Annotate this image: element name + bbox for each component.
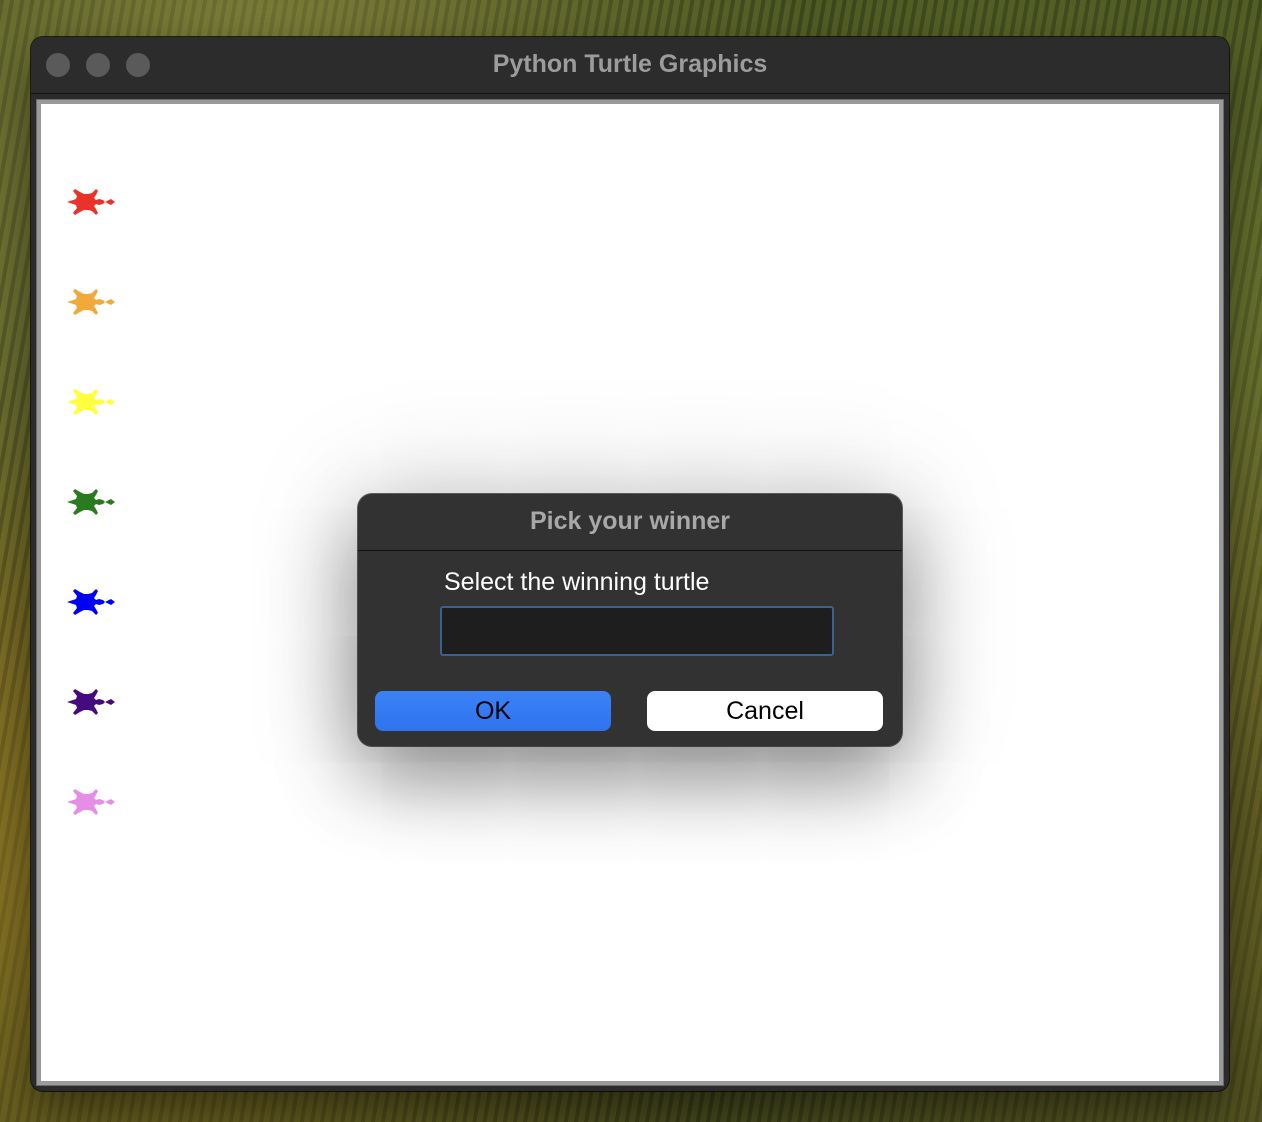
turtle-head <box>105 299 115 305</box>
winner-input[interactable] <box>440 606 834 656</box>
turtle-purple <box>63 682 115 722</box>
cancel-button[interactable]: Cancel <box>647 691 883 731</box>
turtle-violet <box>63 782 115 822</box>
turtle-head <box>105 799 115 805</box>
prompt-label: Select the winning turtle <box>444 568 710 596</box>
window-title: Python Turtle Graphics <box>492 50 768 78</box>
turtle-body <box>67 489 105 515</box>
turtle-head <box>105 199 115 205</box>
turtle-body <box>67 689 105 715</box>
turtle-blue <box>63 582 115 622</box>
pick-winner-dialog: Pick your winner Select the winning turt… <box>358 494 902 746</box>
turtle-body <box>67 789 105 815</box>
turtle-body <box>67 189 105 215</box>
turtle-head <box>105 399 115 405</box>
turtle-body <box>67 289 105 315</box>
turtle-head <box>105 699 115 705</box>
ok-button[interactable]: OK <box>375 691 611 731</box>
turtle-body <box>67 589 105 615</box>
turtle-head <box>105 499 115 505</box>
turtle-body <box>67 389 105 415</box>
window-titlebar[interactable]: Python Turtle Graphics <box>31 37 1229 94</box>
turtle-orange <box>63 282 115 322</box>
turtle-red <box>63 182 115 222</box>
turtle-yellow <box>63 382 115 422</box>
dialog-titlebar: Pick your winner <box>358 494 902 551</box>
dialog-title: Pick your winner <box>529 507 731 535</box>
turtle-green <box>63 482 115 522</box>
turtle-head <box>105 599 115 605</box>
